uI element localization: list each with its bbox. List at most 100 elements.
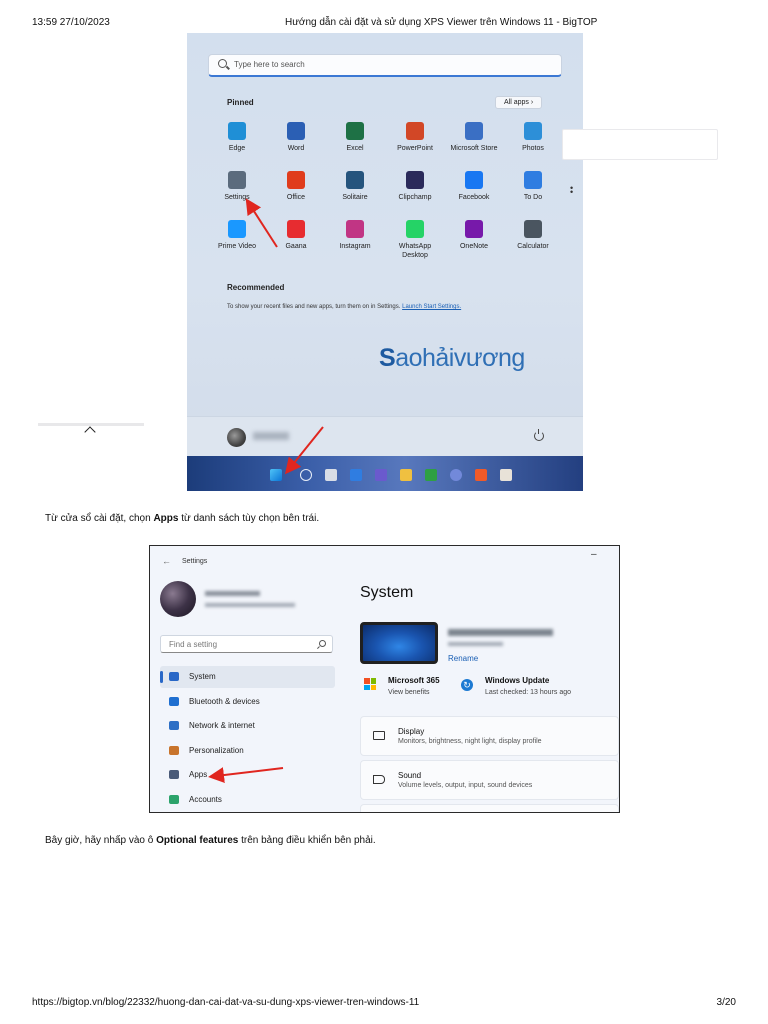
start-menu-footer [187, 416, 583, 456]
pinned-app-office[interactable]: Office [266, 171, 326, 202]
blurred-account-email [205, 603, 295, 607]
selected-indicator [160, 671, 163, 683]
print-datetime: 13:59 27/10/2023 [32, 17, 110, 28]
pinned-app-label: PowerPoint [397, 145, 433, 152]
find-setting-input[interactable]: Find a setting [160, 635, 333, 653]
pinned-app-instagram[interactable]: Instagram [325, 220, 385, 251]
nav-item-accounts[interactable]: Accounts [160, 789, 335, 811]
task-view-icon[interactable] [325, 469, 337, 481]
pinned-app-label: Microsoft Store [450, 145, 498, 152]
saohaivuong-watermark-logo: Saohảivương [379, 344, 525, 372]
scroll-to-top-button[interactable] [38, 419, 144, 439]
brush-icon [169, 745, 179, 755]
account-avatar [160, 581, 196, 617]
widgets-icon[interactable] [350, 469, 362, 481]
pinned-app-excel[interactable]: Excel [325, 122, 385, 153]
facebook-icon [465, 171, 483, 189]
nav-item-bluetooth-devices[interactable]: Bluetooth & devices [160, 691, 335, 713]
next-card-partial[interactable] [360, 804, 619, 812]
nav-item-label: Accounts [189, 794, 222, 804]
photos-icon [524, 122, 542, 140]
prime-video-icon [228, 220, 246, 238]
start-search-box[interactable]: Type here to search [208, 54, 562, 77]
pinned-app-label: To Do [523, 194, 543, 201]
pinned-app-label: Solitaire [342, 194, 368, 201]
pinned-app-calculator[interactable]: Calculator [503, 220, 563, 251]
discord-icon[interactable] [450, 469, 462, 481]
user-avatar[interactable] [227, 428, 246, 447]
chat-icon[interactable] [375, 469, 387, 481]
pinned-app-label: OneNote [459, 243, 489, 250]
nav-item-network-internet[interactable]: Network & internet [160, 715, 335, 737]
pinned-app-photos[interactable]: Photos [503, 122, 563, 153]
pinned-app-label: Word [287, 145, 305, 152]
onenote-icon [465, 220, 483, 238]
recommended-message: To show your recent files and new apps, … [227, 304, 401, 310]
pinned-app-word[interactable]: Word [266, 122, 326, 153]
back-arrow-icon[interactable]: ← [162, 556, 171, 566]
device-thumbnail [360, 622, 438, 664]
recommended-text: To show your recent files and new apps, … [227, 304, 461, 310]
excel-icon [346, 122, 364, 140]
rename-link[interactable]: Rename [448, 654, 478, 663]
pinned-app-label: Prime Video [217, 243, 256, 250]
nav-item-label: Apps [189, 770, 208, 779]
nav-item-label: System [189, 672, 216, 681]
search-icon [218, 59, 227, 68]
print-page-title: Hướng dẫn cài đặt và sử dụng XPS Viewer … [285, 17, 598, 28]
sound-card[interactable]: Sound Volume levels, output, input, soun… [360, 760, 619, 800]
windows-start-icon[interactable] [270, 469, 282, 481]
pinned-app-edge[interactable]: Edge [207, 122, 267, 153]
launch-start-settings-link[interactable]: Launch Start Settings. [402, 304, 461, 310]
minimize-button[interactable]: – [591, 549, 597, 560]
pinned-app-settings[interactable]: Settings [207, 171, 267, 202]
display-card[interactable]: Display Monitors, brightness, night ligh… [360, 716, 619, 756]
instagram-icon [346, 220, 364, 238]
pinned-app-onenote[interactable]: OneNote [444, 220, 504, 251]
pinned-app-label: WhatsApp Desktop [398, 243, 432, 259]
edge-taskbar-icon[interactable] [425, 469, 437, 481]
microsoft-365-sub[interactable]: View benefits [388, 689, 430, 696]
pinned-app-prime-video[interactable]: Prime Video [207, 220, 267, 251]
pinned-page-dots[interactable]: • • [570, 184, 574, 197]
windows-update-sub[interactable]: Last checked: 13 hours ago [485, 689, 571, 696]
page-title: System [360, 584, 414, 601]
nav-item-label: Personalization [189, 745, 244, 755]
calculator-icon [524, 220, 542, 238]
microsoft-365-title[interactable]: Microsoft 365 [388, 676, 440, 685]
taskbar-search-icon[interactable] [300, 469, 312, 481]
pinned-app-whatsapp-desktop[interactable]: WhatsApp Desktop [385, 220, 445, 260]
powerpoint-icon [406, 122, 424, 140]
winrar-icon[interactable] [500, 469, 512, 481]
settings-screenshot: ← Settings – Find a setting System Blueto… [149, 545, 620, 813]
pinned-app-label: Excel [346, 145, 364, 152]
edge-icon [228, 122, 246, 140]
settings-window-title: Settings [182, 558, 208, 565]
pinned-app-microsoft-store[interactable]: Microsoft Store [444, 122, 504, 153]
all-apps-button[interactable]: All apps › [495, 96, 543, 109]
pinned-app-gaana[interactable]: Gaana [266, 220, 326, 251]
pinned-app-clipchamp[interactable]: Clipchamp [385, 171, 445, 202]
nav-item-apps[interactable]: Apps [160, 764, 335, 786]
nav-item-personalization[interactable]: Personalization [160, 740, 335, 762]
windows-update-title[interactable]: Windows Update [485, 676, 549, 685]
pinned-app-label: Clipchamp [398, 194, 432, 201]
pinned-app-label: Photos [522, 145, 544, 152]
pinned-app-facebook[interactable]: Facebook [444, 171, 504, 202]
pinned-app-label: Calculator [517, 243, 549, 250]
nav-item-label: Bluetooth & devices [189, 696, 260, 706]
print-url: https://bigtop.vn/blog/22332/huong-dan-c… [32, 997, 420, 1008]
pinned-app-powerpoint[interactable]: PowerPoint [385, 122, 445, 153]
pinned-app-to-do[interactable]: To Do [503, 171, 563, 202]
nav-item-system[interactable]: System [160, 666, 335, 688]
pinned-app-solitaire[interactable]: Solitaire [325, 171, 385, 202]
store-icon [465, 122, 483, 140]
blurred-user-name [253, 432, 289, 440]
brave-icon[interactable] [475, 469, 487, 481]
file-explorer-icon[interactable] [400, 469, 412, 481]
blurred-device-model [448, 642, 503, 646]
display-icon [373, 731, 385, 740]
nav-item-label: Network & internet [189, 721, 255, 730]
pinned-app-label: Office [286, 194, 306, 201]
power-icon[interactable] [534, 429, 544, 441]
